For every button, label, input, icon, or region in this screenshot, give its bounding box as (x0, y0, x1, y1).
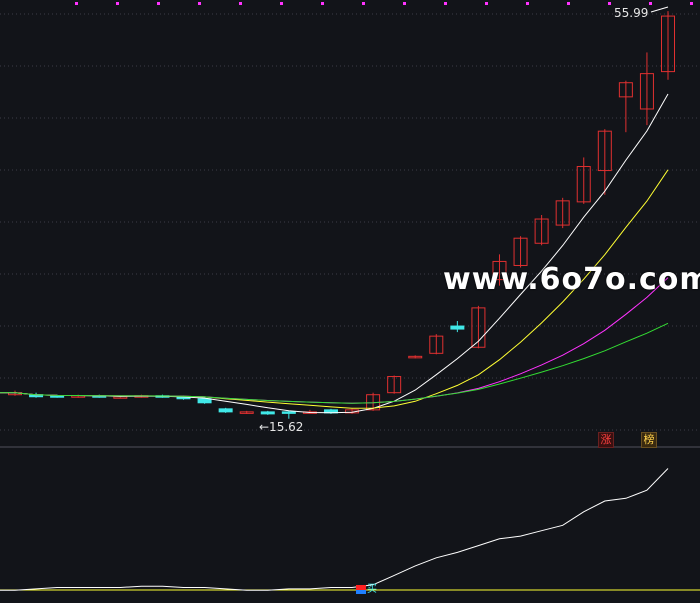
indicator-line (0, 468, 669, 591)
low-price-label: ←15.62 (259, 420, 304, 434)
top-marker (157, 2, 160, 5)
top-marker (690, 2, 693, 5)
ma60-line (14, 322, 669, 404)
buy-signal-label: 买 (367, 583, 377, 595)
top-marker (362, 2, 365, 5)
top-marker (567, 2, 570, 5)
top-marker (649, 2, 652, 5)
candle-down (218, 408, 233, 413)
top-marker (321, 2, 324, 5)
top-marker (116, 2, 119, 5)
limit-up-badge[interactable]: 涨 (598, 432, 614, 448)
candle-down (260, 411, 275, 415)
buy-signal-blue (356, 590, 366, 594)
high-arrow (650, 6, 669, 13)
candle-down (450, 325, 465, 330)
candle-down (197, 398, 212, 404)
watermark-text: www.6o7o.com (443, 262, 700, 297)
top-marker (526, 2, 529, 5)
ranking-badge[interactable]: 榜 (641, 432, 657, 448)
top-marker (75, 2, 78, 5)
ma5-line (14, 93, 669, 414)
candle-down (50, 395, 65, 398)
top-marker (280, 2, 283, 5)
top-marker (485, 2, 488, 5)
high-price-label: 55.99 (614, 6, 649, 20)
top-marker (608, 2, 611, 5)
stock-chart-window: 买 55.99 ←15.62 www.6o7o.com 涨 榜 (0, 0, 700, 603)
top-marker (444, 2, 447, 5)
top-marker (198, 2, 201, 5)
candlestick-chart[interactable]: 买 (0, 0, 700, 603)
top-marker (239, 2, 242, 5)
candle-down (281, 411, 296, 414)
top-marker (403, 2, 406, 5)
buy-signal-red (356, 585, 366, 590)
